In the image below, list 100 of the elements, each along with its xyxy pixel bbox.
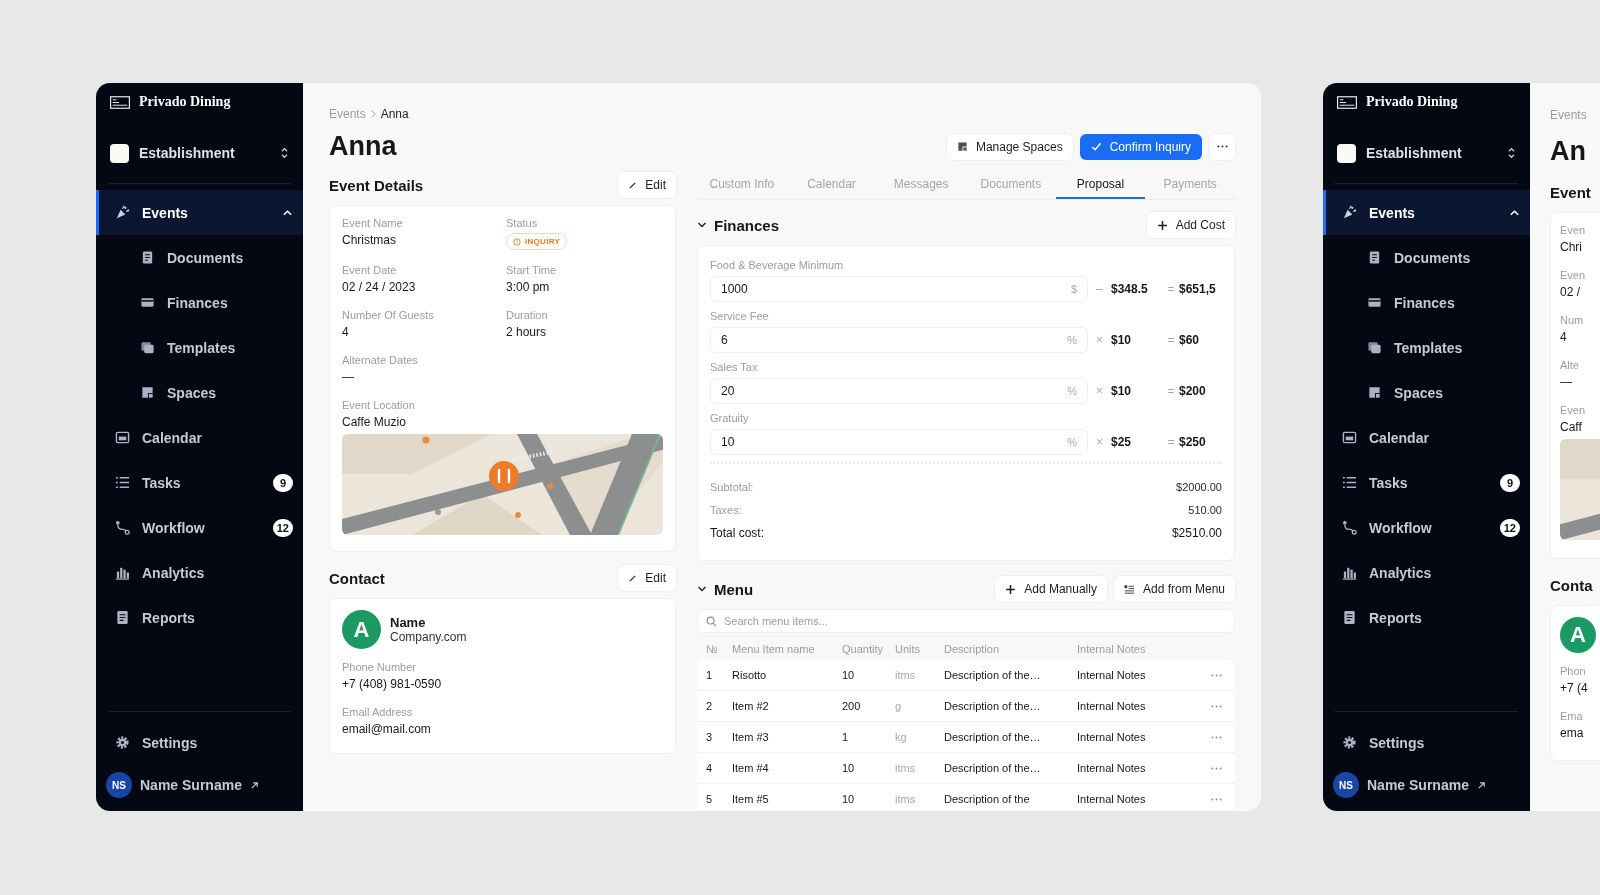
search-field[interactable]: Search menu items... [697, 609, 1235, 633]
avatar: NS [1333, 772, 1359, 798]
field-value: Christmas [342, 233, 397, 248]
field-label: Alternate Dates [342, 353, 419, 367]
factor-amount: $25 [1111, 435, 1133, 449]
amount-input[interactable]: 20 % [710, 378, 1088, 404]
operator-sign: × [1095, 384, 1104, 398]
nav-subitem[interactable]: Finances [96, 280, 303, 325]
nav-subitem[interactable]: Documents [1323, 235, 1530, 280]
workflow-icon [115, 520, 130, 535]
settings-item[interactable]: Settings [1323, 720, 1530, 765]
workspace-logo-icon [1337, 143, 1356, 163]
calendar-icon [1342, 430, 1357, 445]
field-label: Duration [506, 308, 549, 322]
table-cell-text: Internal Notes [1077, 762, 1147, 774]
result-amount: $200 [1179, 384, 1207, 398]
field-value: +7 (408) 981-0590 [342, 677, 443, 692]
more-icon[interactable] [1211, 735, 1222, 739]
contact-name: Name [390, 615, 427, 630]
calendar-icon [115, 430, 130, 445]
copy-icon [1367, 340, 1382, 355]
workflow-icon [1342, 520, 1357, 535]
column-header: Units [895, 643, 922, 655]
settings-item[interactable]: Settings [96, 720, 303, 765]
section-title: Menu [714, 580, 754, 598]
nav-item[interactable]: Tasks 9 [1323, 460, 1530, 505]
party-popper-icon [115, 205, 130, 220]
space-icon [1367, 385, 1382, 400]
more-icon[interactable] [1211, 766, 1222, 770]
nav-subitem[interactable]: Templates [1323, 325, 1530, 370]
chevron-up-down-icon [280, 147, 289, 159]
nav-item[interactable]: Events [1323, 190, 1530, 235]
nav-item[interactable]: Workflow 12 [96, 505, 303, 550]
table-row[interactable]: 2 Item #2 200 g Description of the… Internal Notes [697, 691, 1235, 722]
chevron-down-icon[interactable] [697, 220, 707, 230]
nav-subitem[interactable]: Spaces [96, 370, 303, 415]
field-label: Status [506, 216, 539, 230]
more-icon[interactable] [1211, 704, 1222, 708]
amount-input[interactable]: 10 % [710, 429, 1088, 455]
field-label: Service Fee [710, 309, 770, 323]
manage-spaces-button[interactable]: Manage Spaces [946, 133, 1073, 160]
workspace-switcher[interactable]: Establishment [1323, 133, 1530, 173]
user-profile[interactable]: NS Name Surname [96, 765, 303, 805]
more-icon[interactable] [1211, 673, 1222, 677]
field-label: Even [1560, 223, 1587, 237]
nav-item[interactable]: Calendar [1323, 415, 1530, 460]
nav-item[interactable]: Workflow 12 [1323, 505, 1530, 550]
column-header: № [706, 643, 719, 655]
contact-company: Company.com [390, 630, 467, 644]
table-cell-text: itms [895, 762, 917, 774]
nav-item[interactable]: Events [96, 190, 303, 235]
table-row[interactable]: 4 Item #4 10 itms Description of the… Internal Notes [697, 753, 1235, 784]
table-row[interactable]: 3 Item #3 1 kg Description of the… Internal Notes [697, 722, 1235, 753]
table-cell-text: Item #4 [732, 762, 770, 774]
tab[interactable]: Proposal [1055, 171, 1146, 199]
nav-subitem[interactable]: Templates [96, 325, 303, 370]
nav-item[interactable]: Reports [96, 595, 303, 640]
workspace-switcher[interactable]: Establishment [96, 133, 303, 173]
nav-subitem[interactable]: Documents [96, 235, 303, 280]
table-cell-text: Risotto [732, 669, 768, 681]
section-title: Conta [1550, 576, 1593, 594]
field-label: Ema [1560, 709, 1584, 723]
result-amount: $651,5 [1179, 282, 1217, 296]
table-row[interactable]: 5 Item #5 10 itms Description of the Internal Notes [697, 784, 1235, 811]
page-title: An [1550, 135, 1586, 167]
field-value: ema [1560, 726, 1585, 741]
edit-button[interactable]: Edit [618, 172, 676, 198]
column-header: Description [944, 643, 1001, 655]
field-label: Gratuity [710, 411, 750, 425]
nav-subitem[interactable]: Finances [1323, 280, 1530, 325]
nav-item[interactable]: Reports [1323, 595, 1530, 640]
result-amount: $60 [1179, 333, 1201, 347]
workspace-logo-icon [110, 143, 129, 163]
nav-item[interactable]: Tasks 9 [96, 460, 303, 505]
field-label: Alte [1560, 358, 1580, 372]
confirm-button[interactable]: Confirm Inquiry [1079, 133, 1202, 160]
table-row[interactable]: 1 Risotto 10 itms Description of the… Internal Notes [697, 660, 1235, 691]
edit-button[interactable]: Edit [618, 565, 676, 591]
amount-input[interactable]: 1000 $ [710, 276, 1088, 302]
add-from-menu-button[interactable]: Add from Menu [1113, 576, 1235, 602]
plus-icon [1156, 219, 1168, 231]
add-manually-button[interactable]: Add Manually [995, 576, 1107, 602]
total-label: Taxes: [710, 503, 742, 516]
settings-icon [1342, 735, 1357, 750]
search-icon [706, 615, 717, 627]
user-profile[interactable]: NS Name Surname [1323, 765, 1530, 805]
more-icon[interactable] [1211, 797, 1222, 801]
section-title: Contact [329, 569, 385, 587]
add-cost-button[interactable]: Add Cost [1146, 212, 1235, 238]
field-label: Even [1560, 268, 1587, 282]
check-icon [1090, 141, 1102, 152]
chevron-down-icon[interactable] [697, 584, 707, 594]
field-value: 3:00 pm [506, 280, 551, 295]
nav-item[interactable]: Analytics [96, 550, 303, 595]
page-title: Anna [329, 131, 397, 162]
nav-item[interactable]: Analytics [1323, 550, 1530, 595]
amount-input[interactable]: 6 % [710, 327, 1088, 353]
chevron-right-icon [370, 110, 376, 118]
nav-item[interactable]: Calendar [96, 415, 303, 460]
nav-subitem[interactable]: Spaces [1323, 370, 1530, 415]
